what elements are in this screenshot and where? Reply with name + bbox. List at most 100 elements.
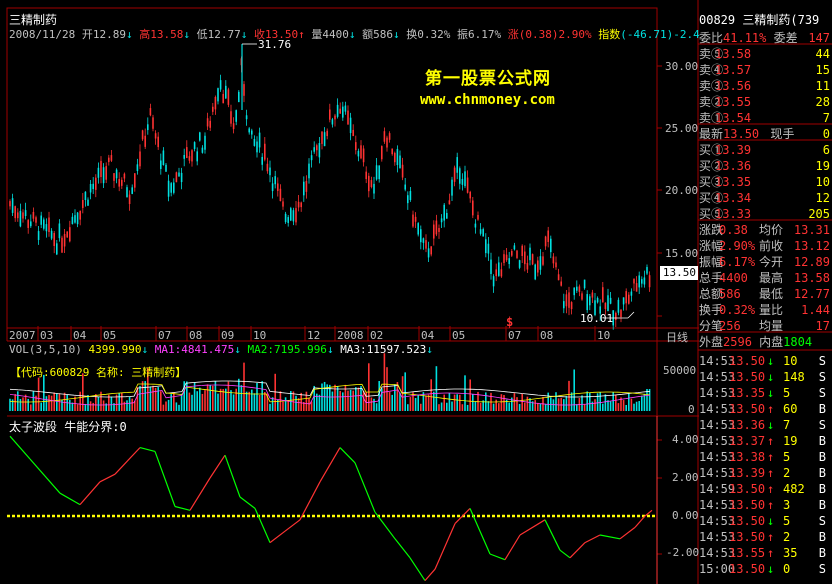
tick-volume: 5 bbox=[783, 514, 791, 528]
volume-bar bbox=[487, 401, 490, 411]
volume-bar bbox=[32, 391, 35, 411]
volume-bar bbox=[498, 403, 500, 411]
volume-bar bbox=[425, 395, 427, 411]
candle-body bbox=[643, 277, 646, 285]
tick-price: 13.50 bbox=[729, 562, 766, 576]
header-date: 2008/11/28 bbox=[9, 28, 76, 41]
order-diff: 147 bbox=[808, 31, 830, 45]
candle-body bbox=[505, 254, 508, 261]
header-amp-label: 振 bbox=[456, 28, 468, 41]
volume-bar bbox=[537, 402, 539, 411]
quote-row: 14:59 13.50 ↑ 482 B bbox=[699, 481, 832, 497]
volume-bar bbox=[269, 403, 271, 411]
header-turnover: 0.32% bbox=[417, 28, 451, 41]
header-amt-label: 额 bbox=[362, 28, 374, 41]
volume-bar bbox=[508, 402, 510, 411]
stat-label: 今开 bbox=[759, 255, 784, 269]
tick-price: 13.37 bbox=[729, 434, 766, 448]
header-high-label: 高 bbox=[139, 28, 151, 41]
candle-body bbox=[53, 233, 55, 246]
volume-bar bbox=[160, 391, 162, 411]
volume-bar bbox=[360, 386, 362, 411]
price-axis-label: 20.00 bbox=[665, 184, 699, 197]
volume-bar bbox=[264, 391, 266, 411]
volume-bar bbox=[568, 380, 570, 411]
quote-row: 14:53 13.35 ↓ 5 S bbox=[699, 385, 832, 401]
candle-body bbox=[61, 237, 63, 253]
indicator-segment bbox=[319, 447, 341, 483]
candle-body bbox=[550, 238, 552, 253]
volume-bar bbox=[609, 401, 612, 411]
volume-bar bbox=[76, 404, 79, 411]
candle-body bbox=[308, 163, 310, 179]
volume-bar bbox=[409, 397, 412, 411]
volume-bar bbox=[178, 404, 180, 411]
arrow-up-icon: ↑ bbox=[767, 546, 775, 560]
vol-ma2-label: MA2: bbox=[247, 343, 274, 356]
tick-side: S bbox=[818, 562, 826, 576]
candle-body bbox=[264, 143, 266, 160]
arrow-down-icon: ↓ bbox=[392, 28, 400, 41]
period-label[interactable]: 日线 bbox=[666, 329, 688, 345]
buy-price: 13.36 bbox=[715, 159, 752, 173]
candle-body bbox=[399, 155, 401, 169]
candle-body bbox=[35, 217, 37, 223]
header-high: 13.58 bbox=[150, 28, 184, 41]
volume-bar bbox=[446, 402, 448, 411]
tick-side: S bbox=[818, 354, 826, 368]
candle-body bbox=[537, 260, 539, 273]
candle-body bbox=[368, 175, 370, 192]
candle-body bbox=[544, 236, 547, 247]
arrow-down-icon: ↓ bbox=[767, 370, 775, 384]
volume-bar bbox=[201, 393, 204, 411]
stat-value: 1.44 bbox=[801, 303, 830, 317]
volume-bar bbox=[61, 399, 63, 411]
time-axis-label: 04 bbox=[421, 329, 435, 342]
indicator-segment bbox=[584, 534, 601, 544]
tick-price: 13.55 bbox=[729, 546, 766, 560]
tick-side: B bbox=[818, 450, 826, 464]
volume-bar bbox=[305, 391, 308, 411]
candle-body bbox=[17, 212, 19, 219]
candle-body bbox=[170, 183, 172, 193]
sell-price: 13.57 bbox=[715, 63, 752, 77]
volume-bar bbox=[394, 384, 396, 411]
volume-bar bbox=[121, 392, 123, 411]
candle-body bbox=[212, 106, 214, 112]
candle-body bbox=[409, 191, 412, 201]
candle-body bbox=[144, 135, 146, 147]
volume-bar bbox=[516, 397, 518, 411]
candle-body bbox=[271, 183, 274, 192]
volume-bar bbox=[633, 403, 635, 411]
dollar-signal-icon: $ bbox=[506, 315, 514, 329]
trough-price-label: 10.01 bbox=[580, 312, 614, 325]
volume-bar bbox=[539, 403, 542, 411]
candle-body bbox=[604, 302, 607, 309]
volume-bar bbox=[570, 392, 573, 411]
arrow-down-icon: ↓ bbox=[141, 343, 149, 356]
candle-body bbox=[479, 229, 482, 234]
candle-body bbox=[362, 148, 365, 163]
candle-body bbox=[451, 179, 453, 196]
hand-value: 0 bbox=[822, 127, 830, 141]
candle-body bbox=[136, 164, 139, 171]
volume-bar bbox=[628, 392, 630, 411]
arrow-down-icon: ↓ bbox=[767, 354, 775, 368]
header-low-label: 低 bbox=[196, 28, 208, 41]
vol-ma1-label: MA1: bbox=[154, 343, 182, 356]
candle-body bbox=[248, 128, 250, 133]
candle-body bbox=[243, 84, 245, 96]
candle-body bbox=[82, 199, 84, 208]
candle-body bbox=[456, 157, 458, 173]
volume-bar bbox=[63, 392, 66, 411]
volume-bar bbox=[308, 398, 310, 411]
volume-bar bbox=[625, 404, 627, 411]
candle-body bbox=[196, 151, 198, 162]
volume-bar bbox=[368, 363, 370, 411]
quote-code: 00829 bbox=[699, 13, 736, 27]
quote-row: 振幅 6.17% 今开 12.89 bbox=[699, 254, 832, 270]
indicator-axis-label: -2.00 bbox=[666, 546, 700, 559]
candle-body bbox=[201, 147, 204, 153]
vol-title: VOL(3,5,10) bbox=[9, 343, 82, 356]
candle-body bbox=[344, 105, 347, 112]
